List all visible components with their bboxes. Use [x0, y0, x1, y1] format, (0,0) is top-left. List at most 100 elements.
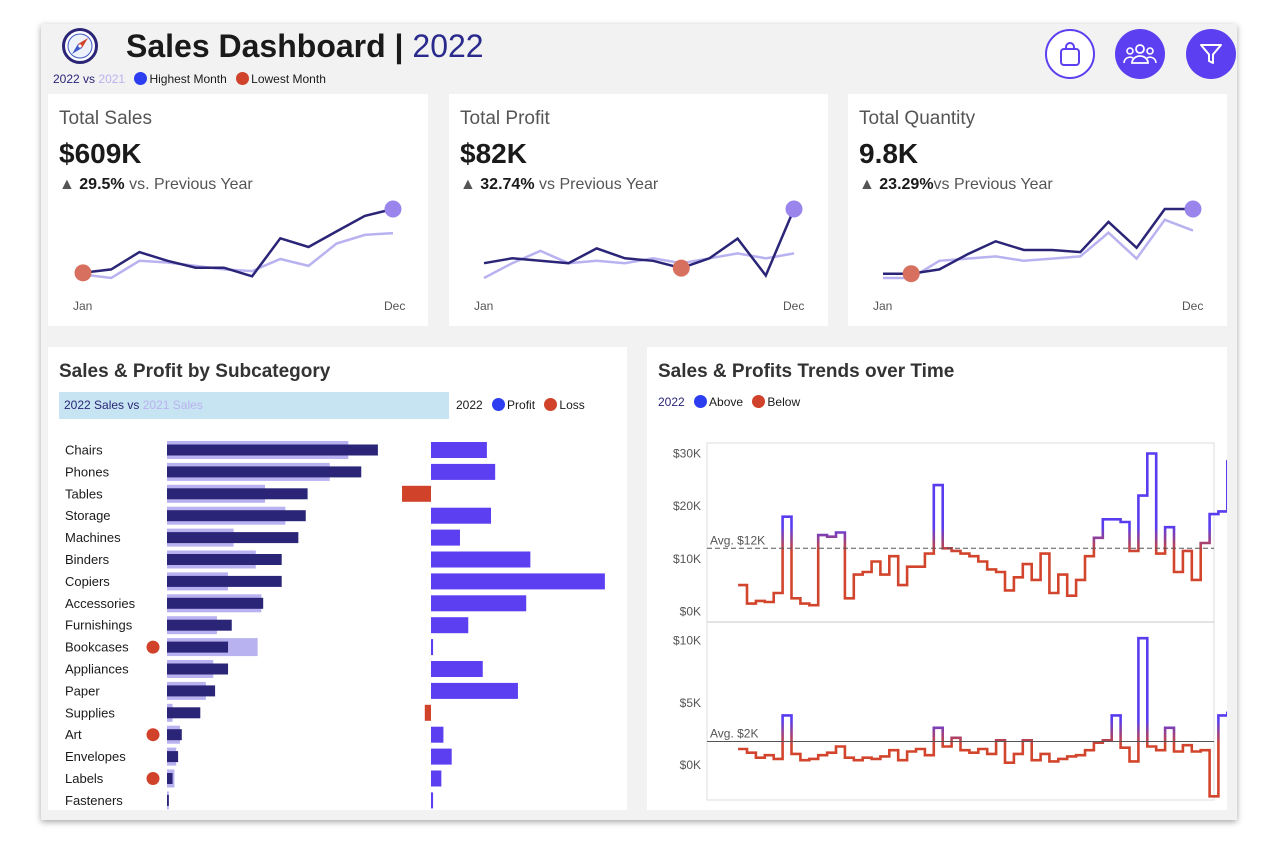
kpi-title: Total Quantity: [859, 108, 976, 129]
profit-bar: [431, 748, 452, 765]
sparkline-2022: [883, 207, 1193, 275]
y-tick-label: $20K: [673, 499, 701, 513]
category-label: Furnishings: [65, 618, 133, 633]
category-label: Phones: [65, 464, 110, 479]
y-tick-label: $10K: [673, 634, 701, 648]
legend-vs: vs: [83, 72, 96, 86]
sales-2022-bar: [167, 510, 306, 522]
y-tick-label: $0K: [680, 758, 701, 772]
kpi-card-total-sales: Total Sales $609K ▲ 29.5% vs. Previous Y…: [48, 94, 428, 326]
kpi-sparkline-sales: Jan Dec: [73, 200, 405, 313]
y-tick-label: $5K: [680, 696, 701, 710]
category-label: Supplies: [65, 705, 115, 720]
loss-bar: [402, 485, 431, 502]
category-label: Machines: [65, 530, 121, 545]
customers-button[interactable]: [1115, 29, 1165, 79]
dashboard-frame: Sales Dashboard | 2022 2022 vs 2021 High…: [41, 24, 1237, 820]
end-month-label: Dec: [783, 299, 804, 313]
legend-year-2021: 2021: [98, 72, 126, 86]
kpi-delta-text: vs Previous Year: [539, 176, 659, 193]
sales-2022-bar: [167, 532, 299, 544]
kpi-title: Total Profit: [460, 108, 550, 129]
category-label: Accessories: [65, 596, 136, 611]
sales-2022-bar: [167, 488, 308, 500]
kpi-value: $82K: [460, 138, 527, 169]
header-legend: 2022 vs 2021 Highest Month Lowest Month: [53, 72, 326, 86]
sales-2022-bar: [167, 444, 378, 456]
profit-bar: [431, 529, 460, 546]
profit-bar: [431, 792, 434, 809]
profit-bar: [431, 682, 518, 699]
users-icon: [1123, 44, 1157, 64]
sparkline-2022: [483, 208, 796, 278]
trends-chart: $30K $20K $10K $0K Avg. $12K $10K $5K $0K Avg. $…: [673, 442, 1227, 801]
products-button[interactable]: [1045, 29, 1095, 79]
kpi-card-total-quantity: Total Quantity 9.8K ▲ 23.29%vs Previous …: [848, 94, 1227, 326]
category-label: Paper: [65, 683, 100, 698]
category-label: Fasteners: [65, 793, 123, 808]
category-label: Binders: [65, 552, 110, 567]
highest-month-marker: [384, 200, 402, 218]
kpi-title: Total Sales: [59, 108, 152, 129]
filter-button[interactable]: [1186, 29, 1236, 79]
kpi-delta-value: 23.29%: [879, 176, 934, 193]
loss-dot-marker: [146, 728, 160, 742]
kpi-delta-text: vs. Previous Year: [129, 176, 253, 193]
profit-bar: [431, 507, 492, 524]
lowest-dot: [236, 72, 250, 85]
category-label: Art: [65, 727, 82, 742]
start-month-label: Jan: [474, 299, 493, 313]
filter-icon: [1200, 44, 1222, 64]
highest-dot: [134, 72, 148, 85]
sales-2022-bar: [167, 773, 173, 784]
sales-2022-bar: [167, 554, 282, 565]
y-tick-label: $0K: [680, 604, 701, 618]
profit-bar: [431, 726, 444, 743]
sparkline-2021: [483, 249, 795, 280]
end-month-label: Dec: [1182, 299, 1203, 313]
sales-2022-bar: [167, 794, 169, 806]
highest-month-marker: [1184, 200, 1202, 218]
kpi-sparkline-quantity: Jan Dec: [873, 200, 1203, 313]
lowest-month-marker: [902, 265, 920, 283]
kpi-delta: ▲ 32.74% vs Previous Year: [460, 176, 659, 193]
profit-bar: [431, 551, 531, 568]
highest-month-marker: [785, 200, 803, 218]
kpi-value: $609K: [59, 138, 142, 169]
profit-bar: [431, 442, 487, 458]
y-tick-label: $10K: [673, 552, 701, 566]
sales-2022-bar: [167, 707, 201, 719]
profit-bar: [431, 573, 605, 590]
shopping-bag-icon: [1060, 42, 1080, 66]
lowest-month-marker: [672, 259, 690, 277]
category-label: Chairs: [65, 443, 103, 458]
sales-2022-bar: [167, 641, 229, 653]
profit-bar: [431, 770, 442, 787]
profit-bar: [431, 463, 496, 480]
compass-icon: [62, 28, 98, 64]
sales-2022-bar: [167, 751, 179, 763]
average-label: Avg. $12K: [710, 533, 765, 547]
kpi-delta-text: vs Previous Year: [933, 176, 1053, 193]
kpi-delta: ▲ 23.29%vs Previous Year: [859, 176, 1053, 193]
profit-bar: [431, 639, 434, 656]
legend-highest: Highest Month: [149, 72, 227, 86]
y-tick-label: $30K: [673, 447, 701, 461]
legend-year-2022: 2022: [53, 72, 80, 86]
category-label: Envelopes: [65, 749, 126, 764]
sales-2022-bar: [167, 663, 229, 675]
sales-2022-bar: [167, 685, 216, 697]
category-label: Tables: [65, 486, 103, 501]
kpi-delta-value: 32.74%: [480, 176, 535, 193]
category-label: Appliances: [65, 662, 129, 677]
average-label: Avg. $2K: [710, 726, 758, 740]
legend-lowest: Lowest Month: [251, 72, 326, 86]
trend-step-line: [738, 636, 1227, 798]
loss-dot-marker: [146, 640, 160, 654]
profit-bar: [431, 617, 469, 634]
kpi-delta-value: 29.5%: [79, 176, 125, 193]
category-label: Bookcases: [65, 640, 129, 655]
subcategory-panel: Sales & Profit by Subcategory 2022 Sales…: [48, 347, 627, 810]
start-month-label: Jan: [73, 299, 92, 313]
loss-dot-marker: [146, 772, 160, 785]
